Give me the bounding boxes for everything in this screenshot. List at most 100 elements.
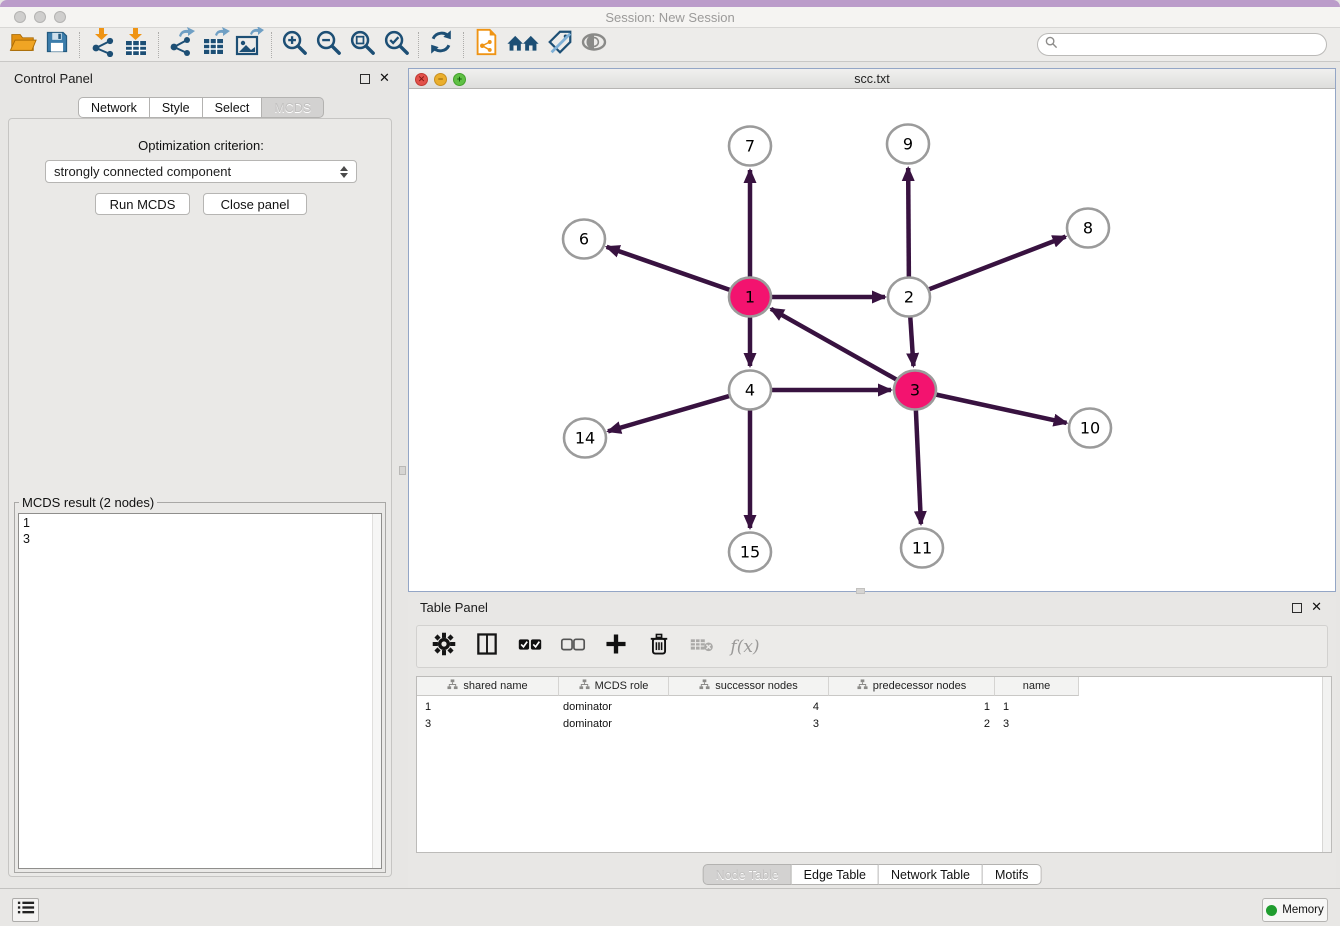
cell-successor-nodes[interactable]: 3 [669,715,829,732]
node-label: 6 [579,230,589,249]
result-line: 1 [23,515,377,531]
graph-node-9[interactable]: 9 [887,125,929,164]
table-row[interactable]: 1 dominator 4 1 1 [417,698,1079,715]
apply-layout-button[interactable] [424,30,458,60]
column-header-successor-nodes[interactable]: successor nodes [669,677,829,696]
graph-node-7[interactable]: 7 [729,127,771,166]
cell-mcds-role[interactable]: dominator [559,698,669,715]
column-header-predecessor-nodes[interactable]: predecessor nodes [829,677,995,696]
float-table-panel-icon[interactable] [1292,603,1302,613]
close-panel-button[interactable]: Close panel [203,193,307,215]
tab-mcds[interactable]: MCDS [262,97,324,118]
network-canvas[interactable]: 1 2 3 4 6 7 8 9 10 11 14 15 [409,89,1335,591]
network-titlebar[interactable]: ✕ − + scc.txt [409,69,1335,89]
graph-node-14[interactable]: 14 [564,419,606,458]
result-scrollbar[interactable] [372,514,381,868]
tab-edge-table[interactable]: Edge Table [792,864,879,885]
close-panel-icon[interactable]: ✕ [379,73,390,83]
column-header-name[interactable]: name [995,677,1079,696]
tab-motifs[interactable]: Motifs [983,864,1041,885]
application-window: Session: New Session [0,0,1340,926]
cell-predecessor-nodes[interactable]: 2 [829,715,995,732]
home-button[interactable] [503,30,543,60]
tab-select[interactable]: Select [203,97,263,118]
export-image-button[interactable] [232,30,266,60]
graph-edge-3-11[interactable] [916,410,921,524]
result-line: 3 [23,531,377,547]
graph-edge-4-14[interactable] [608,396,731,432]
tab-network[interactable]: Network [78,97,150,118]
label-toggle-button[interactable] [543,30,577,60]
window-top-edge [0,0,1340,7]
run-mcds-button[interactable]: Run MCDS [95,193,190,215]
zoom-selected-icon [382,28,411,62]
search-box[interactable] [1037,33,1327,56]
table-settings-button[interactable] [427,630,461,664]
cell-successor-nodes[interactable]: 4 [669,698,829,715]
column-header-mcds-role[interactable]: MCDS role [559,677,669,696]
column-label: shared name [463,680,527,692]
horizontal-splitter-handle[interactable] [856,588,865,594]
graph-edge-2-8[interactable] [928,237,1066,290]
zoom-selected-button[interactable] [379,30,413,60]
graph-node-15[interactable]: 15 [729,533,771,572]
export-table-button[interactable] [198,30,232,60]
graph-edge-1-6[interactable] [607,247,731,290]
task-history-button[interactable] [12,898,39,922]
cell-shared-name[interactable]: 1 [417,698,559,715]
select-all-columns-button[interactable] [513,630,547,664]
import-network-button[interactable] [85,30,119,60]
float-panel-icon[interactable] [360,74,370,84]
new-network-file-button[interactable] [469,30,503,60]
table-scrollbar[interactable] [1322,677,1331,852]
criterion-dropdown[interactable]: strongly connected component [45,160,357,183]
columns-icon [474,631,500,662]
close-table-panel-icon[interactable]: ✕ [1311,602,1322,612]
graph-node-4[interactable]: 4 [729,371,771,410]
mcds-result-text[interactable]: 1 3 [18,513,382,869]
graph-node-1[interactable]: 1 [729,278,771,317]
search-input[interactable] [1063,37,1326,53]
save-session-button[interactable] [40,30,74,60]
toolbar-separator [418,32,419,58]
graph-node-8[interactable]: 8 [1067,209,1109,248]
cell-predecessor-nodes[interactable]: 1 [829,698,995,715]
mcds-result-group: MCDS result (2 nodes) 1 3 [14,495,386,873]
import-table-button[interactable] [119,30,153,60]
table-row[interactable]: 3 dominator 3 2 3 [417,715,1079,732]
graph-node-2[interactable]: 2 [888,278,930,317]
delete-rows-button[interactable] [642,630,676,664]
tab-network-table[interactable]: Network Table [879,864,983,885]
trash-icon [646,631,672,662]
zoom-out-button[interactable] [311,30,345,60]
graph-node-6[interactable]: 6 [563,220,605,259]
tab-node-table[interactable]: Node Table [703,864,792,885]
export-network-button[interactable] [164,30,198,60]
graph-node-3[interactable]: 3 [894,371,936,410]
zoom-in-button[interactable] [277,30,311,60]
zoom-in-icon [280,28,309,62]
graph-edge-2-3[interactable] [910,317,913,366]
graph-edge-3-10[interactable] [935,394,1067,423]
column-header-shared-name[interactable]: shared name [417,677,559,696]
tree-icon [857,679,868,693]
graph-edge-3-1[interactable] [771,309,898,380]
graph-edge-2-9[interactable] [908,168,909,277]
show-column-panel-button[interactable] [470,630,504,664]
graph-node-11[interactable]: 11 [901,529,943,568]
node-table[interactable]: shared name MCDS role successor nodes pr… [416,676,1332,853]
tab-style[interactable]: Style [150,97,203,118]
hide-graphics-button[interactable] [577,30,611,60]
unselect-all-columns-button[interactable] [556,630,590,664]
vertical-splitter-handle[interactable] [399,466,406,475]
graph-node-10[interactable]: 10 [1069,409,1111,448]
cell-mcds-role[interactable]: dominator [559,715,669,732]
memory-button[interactable]: Memory [1262,898,1328,922]
table-panel-title: Table Panel [420,600,488,615]
cell-name[interactable]: 3 [995,715,1079,732]
zoom-fit-button[interactable] [345,30,379,60]
create-column-button[interactable] [599,630,633,664]
cell-shared-name[interactable]: 3 [417,715,559,732]
open-session-button[interactable] [6,30,40,60]
cell-name[interactable]: 1 [995,698,1079,715]
